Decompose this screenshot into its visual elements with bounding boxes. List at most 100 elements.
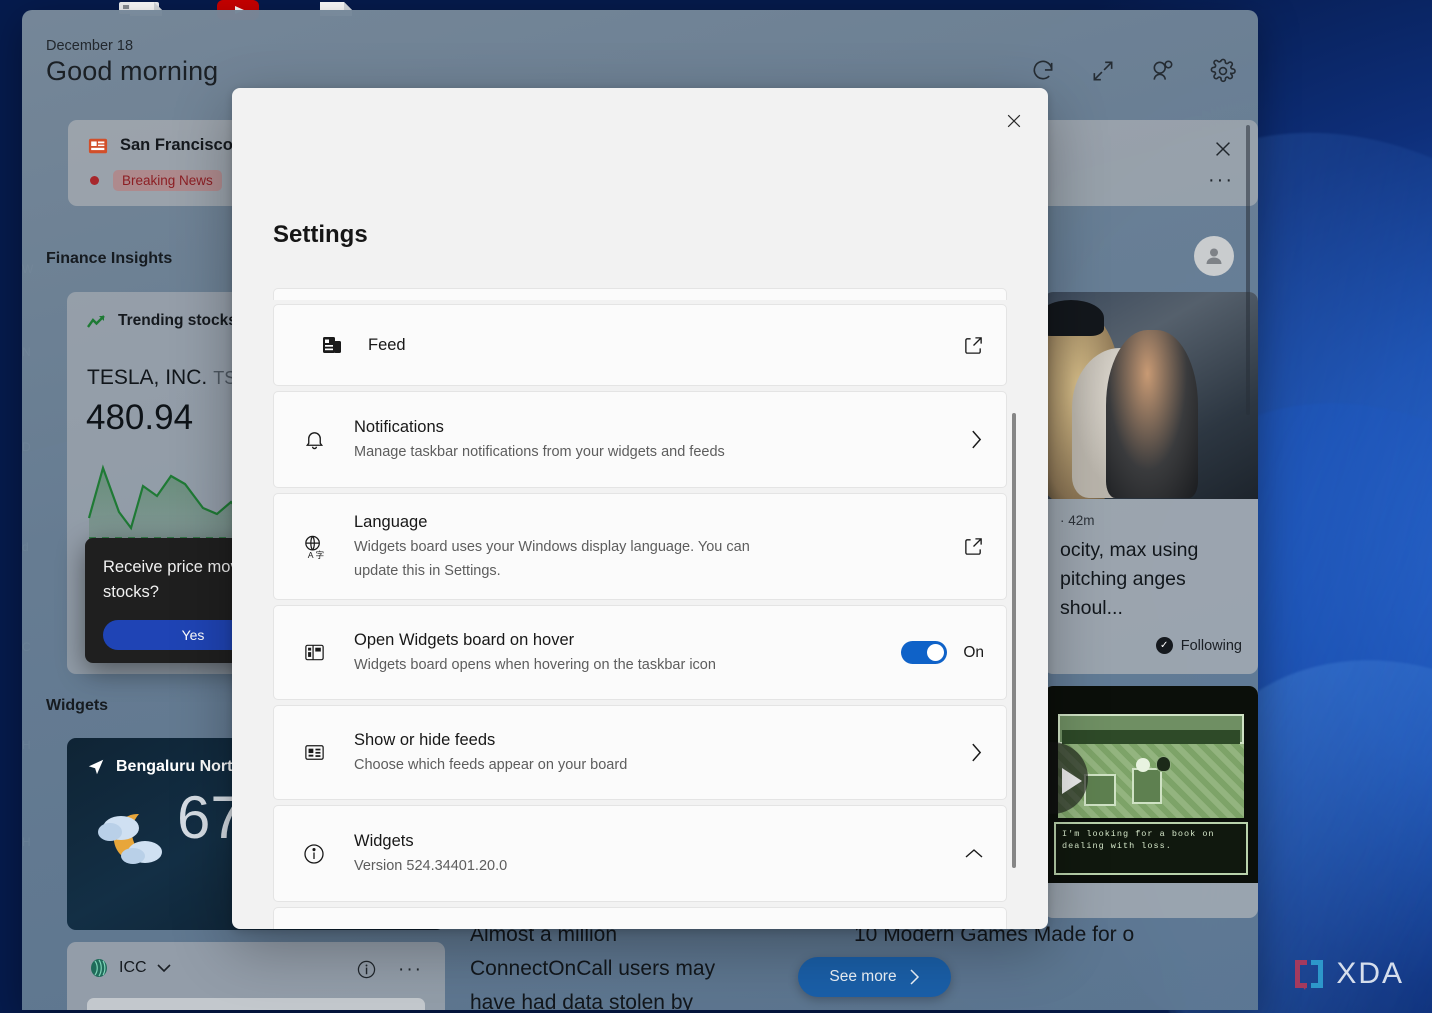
icc-more-button[interactable]: ···: [398, 960, 423, 979]
board-greeting: Good morning: [46, 56, 219, 86]
svg-text:字: 字: [315, 549, 324, 559]
settings-item-notifications[interactable]: Notifications Manage taskbar notificatio…: [273, 391, 1007, 488]
trending-stocks-title: Trending stocks: [118, 312, 237, 329]
see-more-button[interactable]: See more: [798, 957, 951, 997]
settings-item-action[interactable]: [963, 335, 984, 356]
settings-item-action[interactable]: [969, 429, 984, 450]
weather-location: Bengaluru North: [116, 758, 243, 775]
settings-dialog: Settings Feed Notifications Manage taskb…: [232, 88, 1048, 929]
news-card-title: ocity, max using pitching anges shoul...: [1060, 539, 1199, 619]
news-card-following[interactable]: ✓ Following: [1060, 637, 1242, 654]
board-date: December 18: [46, 38, 134, 54]
xda-wordmark: XDA: [1336, 957, 1404, 990]
news-card-meta: · 42m: [1060, 513, 1095, 528]
refresh-icon[interactable]: [1030, 58, 1056, 84]
language-icon-glyph: A 字: [304, 535, 324, 559]
section-heading-widgets: Widgets: [46, 697, 109, 714]
chevron-down-icon[interactable]: [156, 963, 171, 973]
svg-text:A: A: [307, 550, 313, 559]
personalize-icon[interactable]: [1150, 58, 1176, 84]
settings-item-title: Show or hide feeds: [354, 731, 496, 749]
info-icon[interactable]: [357, 960, 376, 979]
external-link-icon: [965, 336, 982, 354]
language-icon: A 字: [296, 534, 332, 559]
chevron-right-icon: [972, 430, 982, 449]
weather-header: Bengaluru North: [87, 758, 242, 776]
settings-item-feed[interactable]: Feed: [273, 304, 1007, 386]
chevron-right-icon: [972, 743, 982, 762]
news-strip-more-button[interactable]: ···: [1208, 170, 1234, 190]
feeds-icon: [296, 741, 332, 764]
settings-item-language[interactable]: A 字 Language Widgets board uses your Win…: [273, 493, 1007, 600]
check-icon: ✓: [1155, 637, 1173, 654]
news-card-sports[interactable]: · 42m ocity, max using pitching anges sh…: [1044, 292, 1258, 674]
live-dot-icon: [90, 176, 99, 185]
settings-item-open-on-hover[interactable]: Open Widgets board on hover Widgets boar…: [273, 605, 1007, 700]
location-icon: [88, 759, 104, 775]
bottom-headline-text: Almost a million ConnectOnCall users may…: [470, 923, 716, 1010]
settings-item-action[interactable]: [963, 536, 984, 557]
section-heading-finance: Finance Insights: [46, 250, 173, 267]
settings-item-show-hide-feeds[interactable]: Show or hide feeds Choose which feeds ap…: [273, 705, 1007, 800]
icc-logo-icon: [91, 959, 107, 977]
feed-icon: [296, 334, 368, 356]
bottom-headline-card-1[interactable]: Almost a million ConnectOnCall users may…: [470, 918, 740, 1010]
expand-icon[interactable]: [1090, 58, 1116, 84]
settings-item-subtitle: Version 524.34401.20.0: [354, 858, 508, 874]
toggle-knob: [927, 644, 945, 661]
widgets-board-icon: [296, 641, 332, 664]
ticker-price: 480.94: [86, 398, 194, 437]
xda-logo-icon: [1295, 960, 1324, 990]
icc-header: ICC: [89, 958, 171, 978]
info-icon-glyph: [304, 843, 324, 864]
settings-item-learn-more[interactable]: Learn more: [273, 907, 1007, 929]
settings-list: Feed Notifications Manage taskbar notifi…: [273, 288, 1007, 929]
see-more-label: See more: [829, 968, 897, 985]
board-header: December 18 Good morning: [46, 38, 218, 87]
desktop: W N D d C H H December 18 Good morning: [0, 0, 1432, 1013]
chevron-up-icon: [965, 848, 983, 858]
following-label: Following: [1180, 637, 1242, 654]
settings-item-title: Widgets: [354, 832, 414, 850]
settings-item-subtitle: Widgets board opens when hovering on the…: [354, 657, 716, 673]
breaking-news-badge: Breaking News: [113, 170, 222, 191]
settings-item-title: Notifications: [354, 418, 444, 436]
gear-icon[interactable]: [1210, 58, 1236, 84]
settings-item-widgets-about[interactable]: Widgets Version 524.34401.20.0: [273, 805, 1007, 902]
widgets-board-icon-glyph: [304, 644, 324, 661]
feeds-icon-glyph: [304, 745, 324, 760]
close-icon[interactable]: [1212, 138, 1234, 160]
news-card-video-thumbnail: I'm looking for a book on dealing with l…: [1044, 686, 1258, 883]
icc-widget[interactable]: ICC ···: [67, 942, 445, 1010]
ticker-name: TESLA, INC.: [87, 366, 208, 389]
icc-content: [87, 998, 425, 1010]
close-dialog-button[interactable]: [996, 104, 1032, 138]
settings-item-partial[interactable]: [273, 288, 1007, 300]
settings-item-title: Open Widgets board on hover: [354, 631, 575, 649]
settings-item-subtitle: Manage taskbar notifications from your w…: [354, 444, 725, 460]
settings-item-action[interactable]: [969, 742, 984, 763]
external-link-icon: [965, 538, 982, 555]
close-icon: [1007, 114, 1021, 128]
settings-item-title: Feed: [368, 336, 406, 354]
news-card-gaming[interactable]: I'm looking for a book on dealing with l…: [1044, 686, 1258, 918]
news-icon: [88, 138, 108, 153]
avatar[interactable]: [1194, 236, 1234, 276]
partly-cloudy-night-icon: [98, 813, 162, 864]
trending-stocks-header: Trending stocks: [87, 312, 237, 330]
news-card-image: [1044, 292, 1258, 499]
settings-item-subtitle: Choose which feeds appear on your board: [354, 757, 628, 773]
dialog-title: Settings: [273, 221, 368, 248]
settings-item-subtitle: Widgets board uses your Windows display …: [354, 539, 750, 579]
open-on-hover-toggle[interactable]: [901, 641, 948, 664]
dialog-scrollbar-thumb[interactable]: [1012, 413, 1016, 868]
settings-item-action[interactable]: [964, 847, 984, 861]
board-header-actions: [1030, 58, 1236, 84]
settings-item-action[interactable]: On: [901, 641, 984, 664]
board-scrollbar[interactable]: [1246, 125, 1250, 415]
icc-name: ICC: [119, 959, 147, 976]
toggle-state-label: On: [963, 643, 984, 661]
bell-icon-glyph: [305, 432, 323, 450]
settings-item-title: Language: [354, 513, 428, 531]
person-icon: [1206, 248, 1222, 264]
